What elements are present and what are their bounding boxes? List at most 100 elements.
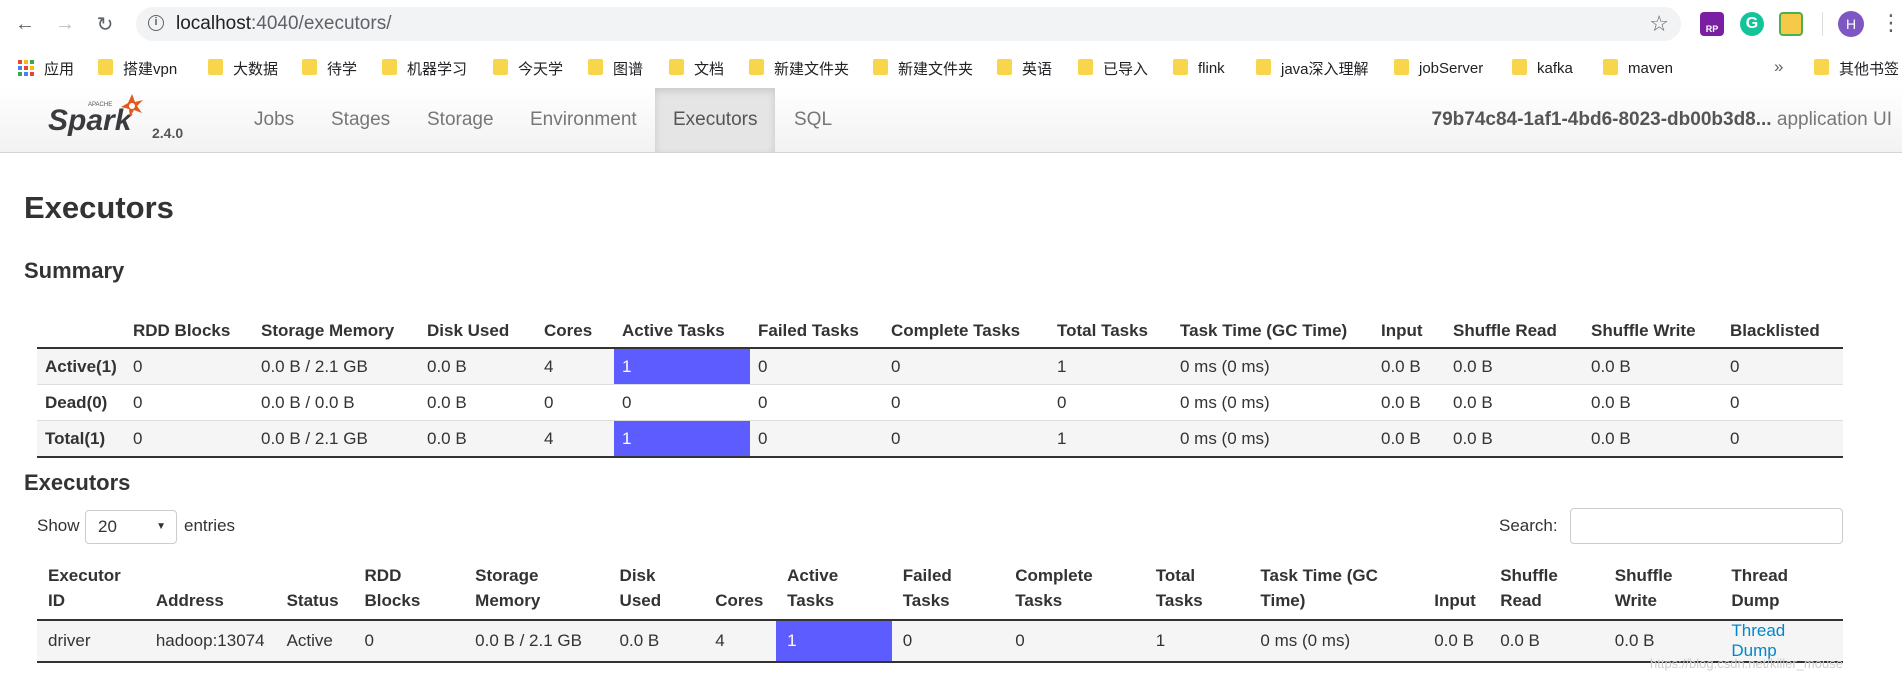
executors-heading[interactable]: Executors [24,470,130,496]
folder-icon [1814,59,1829,75]
more-bookmarks-icon[interactable]: » [1774,57,1783,77]
bookmark-folder[interactable]: 大数据 [208,57,278,79]
executor-cell-active-tasks: 1 [776,620,892,662]
executors-header-task-time-gc-time[interactable]: Task Time (GC Time) [1249,557,1423,620]
summary-header-blacklisted[interactable]: Blacklisted [1722,305,1843,348]
bookmark-folder[interactable]: 机器学习 [382,57,467,79]
site-info-icon[interactable]: i [148,15,164,31]
executors-header-shuffle-write[interactable]: Shuffle Write [1604,557,1721,620]
summary-header-failed-tasks[interactable]: Failed Tasks [750,305,883,348]
browser-toolbar: ← → ↻ i localhost:4040/executors/ ☆ RP G… [0,0,1902,48]
folder-icon [302,59,317,75]
executor-cell-shuffle-read: 0.0 B [1489,620,1604,662]
folder-icon [1256,59,1271,75]
summary-cell-shuffle-write: 0.0 B [1583,420,1722,457]
folder-icon [1512,59,1527,75]
executors-header-row: Executor ID Address Status RDD Blocks Storag… [37,557,1843,620]
bookmark-folder[interactable]: 图谱 [588,57,643,79]
summary-header-cores[interactable]: Cores [536,305,614,348]
summary-table: RDD Blocks Storage Memory Disk Used Cores Ac… [37,305,1843,458]
bookmark-star-icon[interactable]: ☆ [1649,11,1669,37]
tab-environment[interactable]: Environment [512,88,655,152]
tab-storage[interactable]: Storage [409,88,512,152]
search-input[interactable] [1570,508,1843,544]
spark-logo[interactable]: APACHE Spark [48,92,158,142]
bookmark-folder[interactable]: 待学 [302,57,357,79]
summary-cell-cores: 4 [536,347,614,385]
summary-cell-disk-used: 0.0 B [419,347,536,385]
bookmark-folder[interactable]: 今天学 [493,57,563,79]
executors-header-cores[interactable]: Cores [704,557,776,620]
tab-sql[interactable]: SQL [776,88,850,152]
bookmarks-bar: 应用 搭建vpn 大数据 待学 机器学习 今天学 图谱 文档 新建文件夹 新建文… [0,48,1902,89]
summary-cell-active-tasks: 1 [614,420,750,457]
url-text[interactable]: localhost:4040/executors/ [176,13,391,35]
bookmark-folder[interactable]: 已导入 [1078,57,1148,79]
summary-header-active-tasks[interactable]: Active Tasks [614,305,750,348]
back-arrow-icon[interactable]: ← [12,11,38,37]
profile-avatar[interactable]: H [1838,11,1864,37]
tab-stages[interactable]: Stages [313,88,408,152]
executors-header-status[interactable]: Status [276,557,354,620]
executors-header-input[interactable]: Input [1423,557,1489,620]
folder-icon [493,59,508,75]
summary-header-storage-memory[interactable]: Storage Memory [253,305,419,348]
executors-header-thread-dump[interactable]: Thread Dump [1720,557,1843,620]
executors-header-address[interactable]: Address [145,557,276,620]
summary-cell-shuffle-write: 0.0 B [1583,384,1722,421]
bookmark-folder[interactable]: maven [1603,57,1673,79]
summary-cell-active-tasks: 1 [614,347,750,385]
summary-header-complete-tasks[interactable]: Complete Tasks [883,305,1049,348]
bookmark-folder[interactable]: flink [1173,57,1225,79]
forward-arrow-icon[interactable]: → [52,11,78,37]
summary-header-shuffle-write[interactable]: Shuffle Write [1583,305,1722,348]
bookmark-label: 机器学习 [407,60,468,78]
reload-icon[interactable]: ↻ [92,11,118,37]
summary-cell-complete-tasks: 0 [883,420,1049,457]
bookmark-folder[interactable]: 新建文件夹 [749,57,849,79]
summary-cell-storage-memory: 0.0 B / 2.1 GB [253,420,419,457]
download-extension-icon[interactable] [1779,12,1803,36]
summary-header-input[interactable]: Input [1373,305,1445,348]
summary-header-task-time-gc-time[interactable]: Task Time (GC Time) [1172,305,1373,348]
entries-select[interactable]: 20 ▼ [85,510,177,544]
summary-cell-storage-memory: 0.0 B / 0.0 B [253,384,419,421]
address-bar[interactable]: i localhost:4040/executors/ ☆ [136,7,1681,41]
bookmark-folder[interactable]: kafka [1512,57,1573,79]
summary-heading[interactable]: Summary [24,258,124,284]
bookmark-label: 大数据 [233,60,279,78]
executors-header-shuffle-read[interactable]: Shuffle Read [1489,557,1604,620]
bookmark-folder[interactable]: 文档 [669,57,724,79]
bookmark-label: flink [1198,59,1225,77]
bookmark-folder[interactable]: 新建文件夹 [873,57,973,79]
executors-header-total-tasks[interactable]: Total Tasks [1145,557,1250,620]
grammarly-extension-icon[interactable]: G [1740,12,1764,36]
bookmark-apps[interactable]: 应用 [18,57,74,79]
folder-icon [208,59,223,75]
summary-header-disk-used[interactable]: Disk Used [419,305,536,348]
rp-extension-icon[interactable]: RP [1700,12,1724,36]
executors-header-active-tasks[interactable]: Active Tasks [776,557,892,620]
other-bookmarks[interactable]: 其他书签 [1814,57,1899,79]
summary-cell-shuffle-read: 0.0 B [1445,347,1583,385]
executors-header-rdd-blocks[interactable]: RDD Blocks [354,557,465,620]
summary-header-shuffle-read[interactable]: Shuffle Read [1445,305,1583,348]
executors-header-failed-tasks[interactable]: Failed Tasks [892,557,1005,620]
bookmark-folder[interactable]: 英语 [997,57,1052,79]
executors-header-executor-id[interactable]: Executor ID [37,557,145,620]
summary-row-dead-0: Dead(0) 0 0.0 B / 0.0 B 0.0 B000000 ms (0 m… [37,384,1843,421]
summary-header-total-tasks[interactable]: Total Tasks [1049,305,1172,348]
menu-kebab-icon[interactable]: ⋮ [1880,10,1902,36]
bookmark-label: 新建文件夹 [774,60,850,78]
bookmark-folder[interactable]: 搭建vpn [98,57,177,79]
tab-executors[interactable]: Executors [655,88,776,152]
summary-row-label: Total(1) [37,420,125,457]
executor-cell-task-time-gc-time: 0 ms (0 ms) [1249,620,1424,662]
bookmark-folder[interactable]: java深入理解 [1256,57,1369,79]
bookmark-folder[interactable]: jobServer [1394,57,1483,79]
executors-header-disk-used[interactable]: Disk Used [609,557,705,620]
executors-header-storage-memory[interactable]: Storage Memory [464,557,608,620]
executors-header-complete-tasks[interactable]: Complete Tasks [1004,557,1145,620]
tab-jobs[interactable]: Jobs [236,88,312,152]
summary-header-rdd-blocks[interactable]: RDD Blocks [125,305,253,348]
